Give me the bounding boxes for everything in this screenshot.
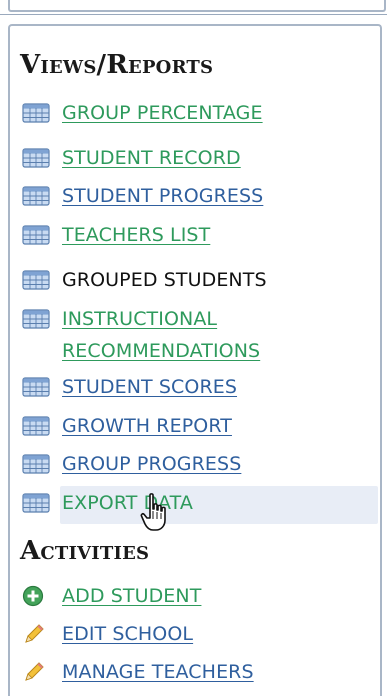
- table-icon: [22, 308, 52, 330]
- report-link-instructional[interactable]: INSTRUCTIONAL: [62, 306, 217, 332]
- activity-item-add-student[interactable]: ADD STUDENT: [22, 583, 201, 609]
- top-panel-border: [8, 0, 386, 12]
- pencil-icon: [22, 623, 52, 645]
- report-link-teachers-list[interactable]: TEACHERS LIST: [62, 222, 210, 248]
- report-item-student-record[interactable]: STUDENT RECORD: [22, 145, 241, 171]
- report-link-group-percentage[interactable]: GROUP PERCENTAGE: [62, 100, 263, 126]
- report-item-recommendations-wrap[interactable]: RECOMMENDATIONS: [62, 338, 260, 364]
- report-link-growth-report[interactable]: GROWTH REPORT: [62, 413, 232, 439]
- table-icon: [22, 185, 52, 207]
- add-icon: [22, 585, 52, 607]
- report-item-student-scores[interactable]: STUDENT SCORES: [22, 374, 237, 400]
- report-item-group-percentage[interactable]: GROUP PERCENTAGE: [22, 100, 263, 126]
- report-link-group-progress[interactable]: GROUP PROGRESS: [62, 451, 241, 477]
- report-link-student-scores[interactable]: STUDENT SCORES: [62, 374, 237, 400]
- activity-item-manage-teachers[interactable]: MANAGE TEACHERS: [22, 659, 254, 685]
- pencil-icon: [22, 661, 52, 683]
- report-item-student-progress[interactable]: STUDENT PROGRESS: [22, 183, 263, 209]
- table-icon: [22, 224, 52, 246]
- top-panel-fragment: [0, 0, 387, 15]
- report-item-grouped-students: GROUPED STUDENTS: [22, 267, 267, 293]
- table-icon: [22, 492, 52, 514]
- table-icon: [22, 102, 52, 124]
- table-icon: [22, 453, 52, 475]
- report-link-student-progress[interactable]: STUDENT PROGRESS: [62, 183, 263, 209]
- report-link-recommendations[interactable]: RECOMMENDATIONS: [62, 338, 260, 364]
- views-reports-heading: Views/Reports: [20, 50, 214, 80]
- table-icon: [22, 415, 52, 437]
- report-label-grouped-students: GROUPED STUDENTS: [62, 269, 267, 291]
- report-item-teachers-list[interactable]: TEACHERS LIST: [22, 222, 210, 248]
- activity-link-edit-school[interactable]: EDIT SCHOOL: [62, 621, 193, 647]
- activity-link-add-student[interactable]: ADD STUDENT: [62, 583, 201, 609]
- activities-heading: Activities: [20, 536, 150, 566]
- activity-item-edit-school[interactable]: EDIT SCHOOL: [22, 621, 193, 647]
- report-item-group-progress[interactable]: GROUP PROGRESS: [22, 451, 241, 477]
- report-link-student-record[interactable]: STUDENT RECORD: [62, 145, 241, 171]
- table-icon: [22, 376, 52, 398]
- report-item-instructional-recommendations[interactable]: INSTRUCTIONAL: [22, 306, 217, 332]
- report-item-growth-report[interactable]: GROWTH REPORT: [22, 413, 232, 439]
- hand-cursor-icon: [138, 492, 174, 534]
- activity-link-manage-teachers[interactable]: MANAGE TEACHERS: [62, 659, 254, 685]
- table-icon: [22, 147, 52, 169]
- table-icon: [22, 269, 52, 291]
